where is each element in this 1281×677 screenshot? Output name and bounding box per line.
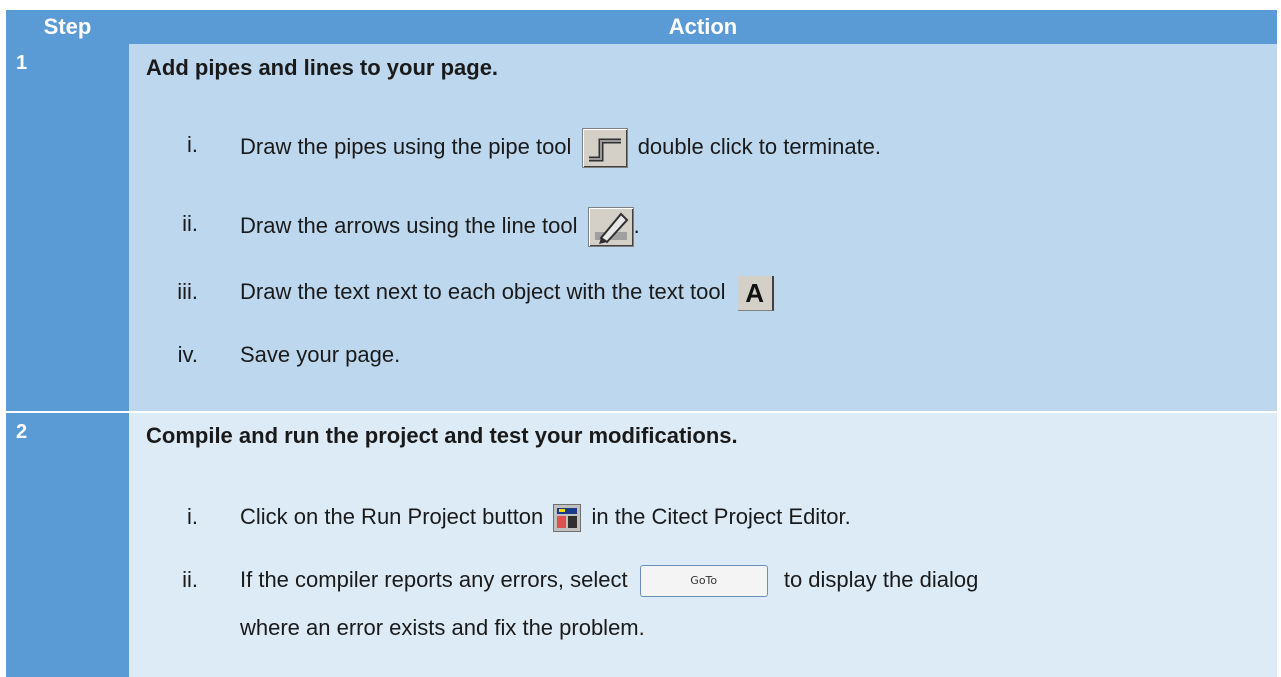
step-number: 2 <box>16 421 28 443</box>
item-text-after: to display the dialog <box>783 567 979 592</box>
pipe-tool-icon <box>581 128 628 168</box>
table-header: Step Action <box>6 10 1277 44</box>
list-item: If the compiler reports any errors, sele… <box>240 563 979 598</box>
step-cell: 2 <box>6 413 129 677</box>
line-tool-icon <box>587 207 634 247</box>
item-text: Draw the arrows using the line tool <box>240 212 578 238</box>
item-number: ii. <box>182 567 198 592</box>
item-text: If the compiler reports any errors, sele… <box>240 567 628 592</box>
item-number: ii. <box>182 211 198 236</box>
item-text: Save your page. <box>240 342 401 367</box>
text-tool-icon: A <box>737 275 774 311</box>
item-number: i. <box>187 504 198 529</box>
item-text: Click on the Run Project button <box>240 504 544 529</box>
list-item: Draw the pipes using the pipe tool doubl… <box>240 128 882 168</box>
header-action: Action <box>668 14 738 39</box>
row-title: Compile and run the project and test you… <box>146 423 738 448</box>
item-number: i. <box>187 132 198 157</box>
run-project-icon <box>553 504 582 533</box>
header-step: Step <box>43 14 92 39</box>
item-number: iv. <box>177 342 198 367</box>
list-item-continuation: where an error exists and fix the proble… <box>240 615 645 640</box>
step-cell: 1 <box>6 44 129 411</box>
item-text: Draw the text next to each object with t… <box>240 279 726 304</box>
list-item: Click on the Run Project button in the C… <box>240 500 851 534</box>
item-text-after: in the Citect Project Editor. <box>591 504 851 529</box>
table-row-2: 2 Compile and run the project and test y… <box>6 413 1277 677</box>
row-title: Add pipes and lines to your page. <box>146 55 499 80</box>
item-text: Draw the pipes using the pipe tool <box>240 133 572 159</box>
goto-button-image: GoTo <box>639 565 768 598</box>
item-number: iii. <box>177 279 198 304</box>
step-number: 1 <box>16 52 28 74</box>
list-item: Draw the text next to each object with t… <box>240 275 774 311</box>
item-text-after: . <box>633 212 640 238</box>
list-item: Save your page. <box>240 338 400 372</box>
item-text-after: double click to terminate. <box>637 133 882 159</box>
list-item: Draw the arrows using the line tool . <box>240 207 640 247</box>
table-row-1: 1 Add pipes and lines to your page. i. D… <box>6 44 1277 411</box>
